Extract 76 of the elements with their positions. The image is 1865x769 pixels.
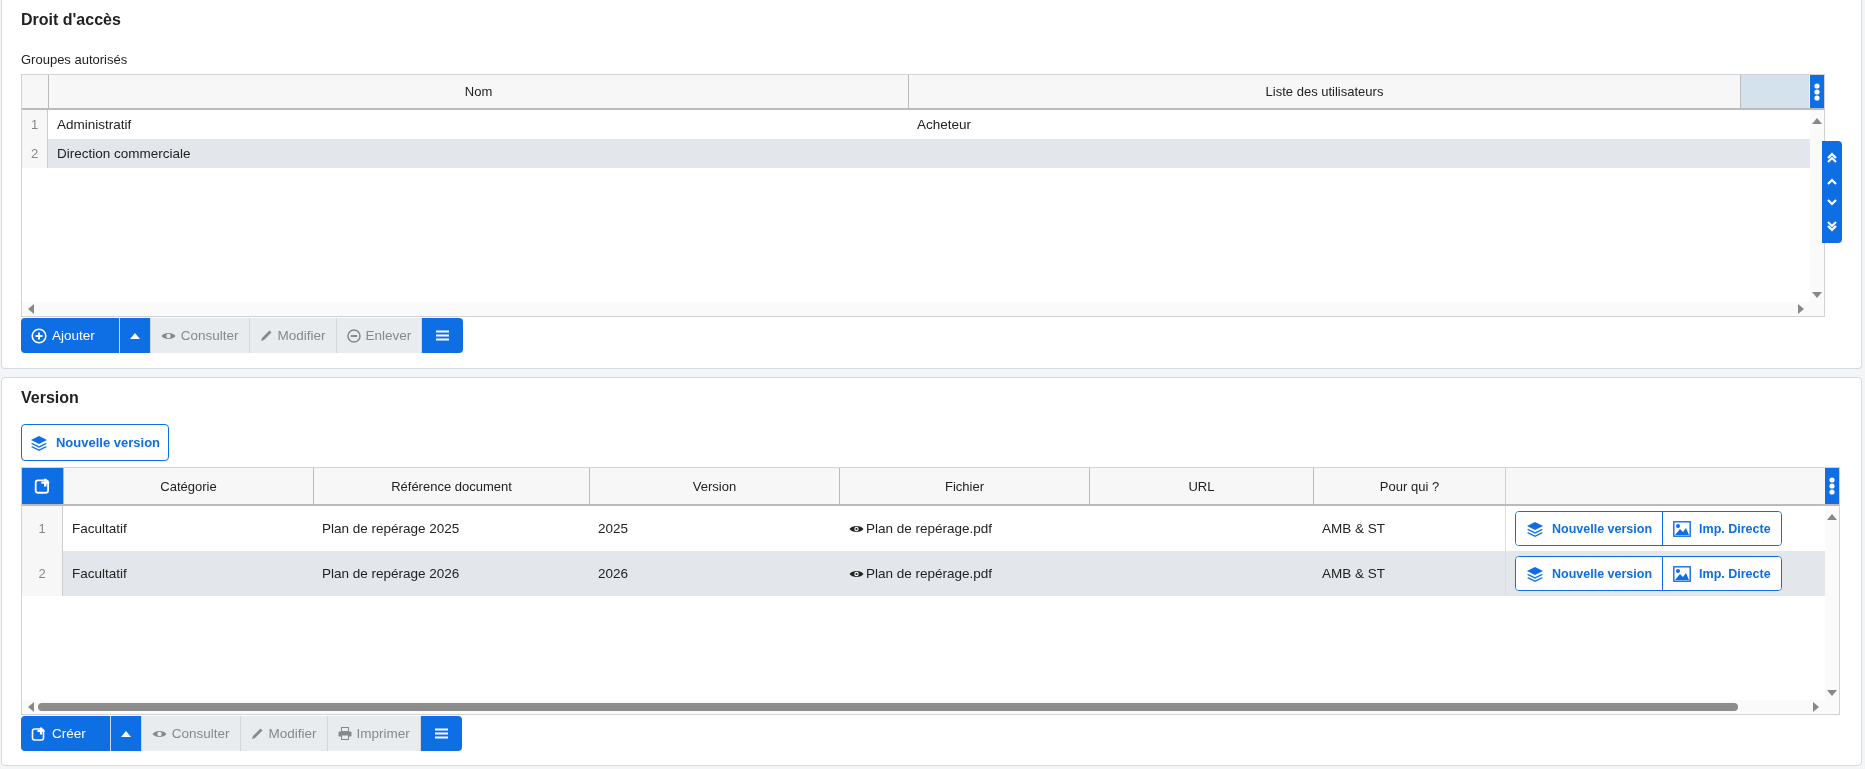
scroll-up-arrow-icon[interactable] — [1827, 514, 1837, 520]
scroll-left-arrow-icon[interactable] — [28, 702, 34, 712]
column-header[interactable]: Fichier — [839, 468, 1089, 504]
column-header[interactable]: Référence document — [313, 468, 589, 504]
more-vertical-icon — [1828, 476, 1836, 496]
pencil-icon — [259, 329, 273, 342]
plus-square-icon — [33, 477, 52, 495]
pencil-icon — [250, 727, 264, 740]
table-cell-text: Direction commerciale — [56, 145, 192, 163]
file-link[interactable]: Plan de repérage.pdf — [866, 566, 993, 581]
scroll-down-arrow-icon[interactable] — [1827, 690, 1837, 696]
more-vertical-icon — [1813, 81, 1821, 102]
section-title: Droit d'accès — [21, 10, 122, 30]
image-icon — [1673, 520, 1692, 537]
direct-print-button[interactable]: Imp. Directe — [1662, 557, 1781, 590]
table-cell-text: Facultatif — [71, 565, 128, 583]
dropdown-button[interactable] — [119, 318, 151, 353]
menu-icon — [434, 728, 448, 739]
column-header[interactable]: URL — [1089, 468, 1313, 504]
first-row-icon[interactable] — [1826, 151, 1838, 164]
table-cell-text: Plan de repérage 2025 — [321, 520, 461, 538]
minus-circle-icon — [346, 328, 361, 343]
printer-icon — [337, 727, 352, 740]
row-number: 2 — [22, 551, 63, 596]
column-header[interactable]: Nom — [48, 75, 908, 108]
row-number: 1 — [22, 110, 48, 139]
last-row-icon[interactable] — [1826, 220, 1838, 233]
scroll-right-arrow-icon[interactable] — [1798, 304, 1804, 314]
column-header[interactable]: Version — [589, 468, 839, 504]
table-cell-text: Acheteur — [916, 116, 973, 134]
eye-icon[interactable] — [849, 568, 864, 579]
column-options-button[interactable] — [1825, 468, 1839, 504]
table-cell-text: Facultatif — [71, 520, 128, 538]
next-row-icon[interactable] — [1826, 198, 1838, 207]
table-cell-text: AMB & ST — [1321, 565, 1386, 583]
new-version-button[interactable]: Nouvelle version — [21, 424, 169, 461]
add-row-button[interactable] — [22, 468, 63, 504]
table-cell-text: Plan de repérage 2026 — [321, 565, 461, 583]
caret-up-icon — [120, 730, 131, 737]
eye-icon — [151, 728, 167, 739]
add-button[interactable]: Ajouter — [21, 318, 120, 353]
layers-icon — [1526, 565, 1544, 582]
table-row[interactable]: 2 Facultatif Plan de repérage 2026 2026 Plan de repérage.pdf AMB & ST Nouvelle version Imp. Directe — [22, 551, 1825, 596]
column-header[interactable]: Pour qui ? — [1313, 468, 1505, 504]
table-cell-text: Administratif — [56, 116, 133, 134]
table-cell-text: AMB & ST — [1321, 520, 1386, 538]
dropdown-button[interactable] — [110, 716, 142, 751]
file-link[interactable]: Plan de repérage.pdf — [866, 521, 993, 536]
table-cell-text: 2025 — [597, 520, 630, 538]
direct-print-button[interactable]: Imp. Directe — [1662, 512, 1781, 545]
previous-row-icon[interactable] — [1826, 177, 1838, 186]
section-title: Version — [21, 388, 80, 408]
table-cell-text: 2026 — [597, 565, 630, 583]
plus-square-icon — [31, 725, 47, 742]
image-icon — [1673, 565, 1692, 582]
field-label: Groupes autorisés — [21, 52, 129, 68]
layers-icon — [1526, 520, 1544, 537]
table-row[interactable]: 2 Direction commerciale — [22, 139, 1810, 168]
scroll-right-arrow-icon[interactable] — [1813, 702, 1819, 712]
menu-icon — [436, 330, 450, 341]
scroll-down-arrow-icon[interactable] — [1812, 292, 1822, 298]
row-number: 2 — [22, 139, 48, 168]
create-button[interactable]: Créer — [21, 716, 111, 751]
menu-button[interactable] — [422, 318, 464, 353]
horizontal-scrollbar-thumb[interactable] — [38, 703, 1739, 711]
plus-circle-icon — [31, 327, 47, 344]
eye-icon — [160, 330, 176, 341]
layers-icon — [29, 434, 48, 451]
scroll-up-arrow-icon[interactable] — [1812, 118, 1822, 124]
scroll-left-arrow-icon[interactable] — [28, 304, 34, 314]
caret-up-icon — [129, 332, 140, 339]
column-options-button[interactable] — [1810, 75, 1824, 108]
menu-button[interactable] — [420, 716, 462, 751]
column-header[interactable]: Catégorie — [63, 468, 313, 504]
eye-icon[interactable] — [849, 523, 864, 534]
row-number: 1 — [22, 506, 63, 551]
